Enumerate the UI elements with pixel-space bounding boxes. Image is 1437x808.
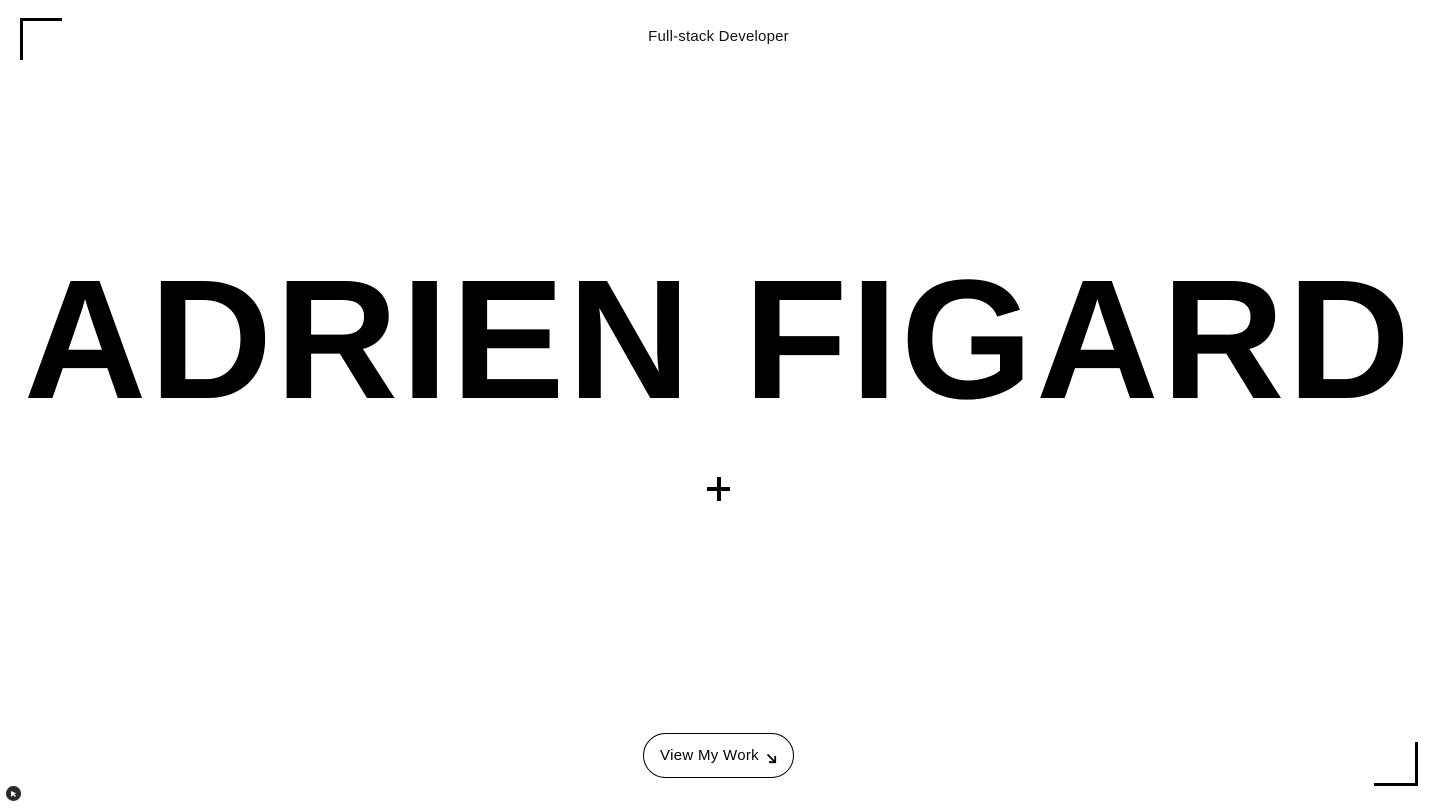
view-my-work-label: View My Work	[660, 747, 759, 764]
plus-icon	[707, 477, 731, 501]
landing-page: Full-stack Developer ADRIEN FIGARD View …	[0, 0, 1437, 808]
bottom-right-corner-bracket-icon	[1374, 742, 1418, 786]
cursor-badge-icon[interactable]	[6, 786, 21, 801]
view-my-work-button[interactable]: View My Work	[643, 733, 794, 778]
arrow-down-right-icon	[766, 751, 777, 764]
hero-name-title: ADRIEN FIGARD	[23, 245, 1414, 435]
role-subtitle: Full-stack Developer	[648, 28, 789, 45]
